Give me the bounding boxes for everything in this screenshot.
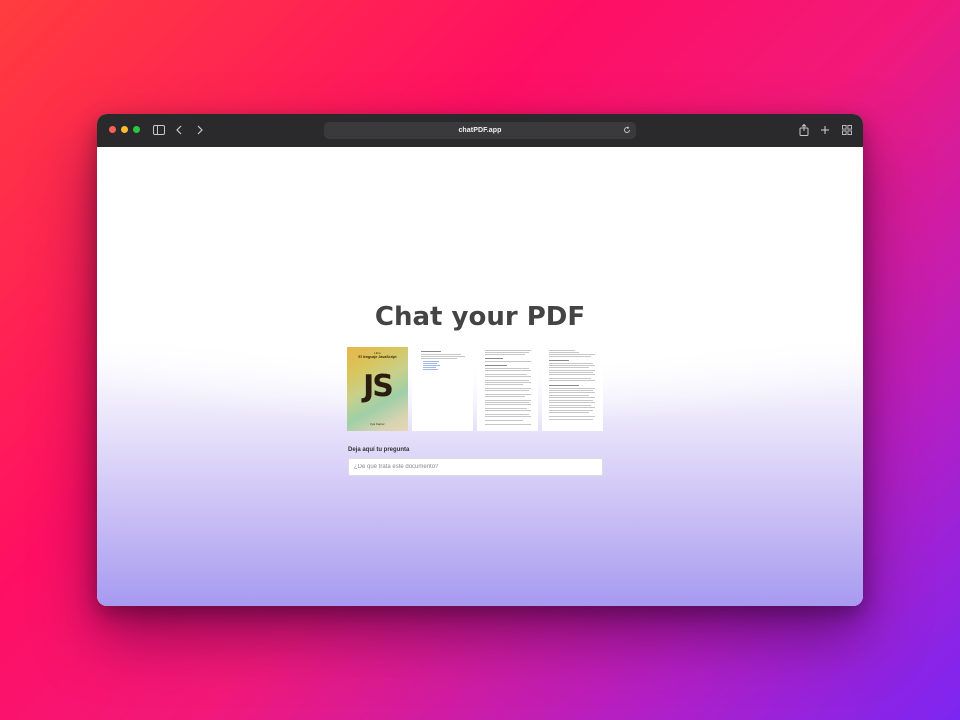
cover-subtitle: El lenguaje JavaScript <box>358 355 397 359</box>
chevron-right-icon[interactable] <box>193 123 207 137</box>
cover-author: Ilya Kantor <box>370 422 385 426</box>
share-icon[interactable] <box>797 123 811 137</box>
window-controls <box>109 126 140 133</box>
pdf-cover-page: Libro El lenguaje JavaScript JS Ilya Kan… <box>347 347 408 431</box>
page-content: Chat your PDF Libro El lenguaje JavaScri… <box>97 147 863 606</box>
browser-toolbar: chatPDF.app <box>97 114 863 147</box>
question-input[interactable] <box>348 458 603 476</box>
plus-icon[interactable] <box>818 123 832 137</box>
address-url: chatPDF.app <box>458 127 502 134</box>
address-bar[interactable]: chatPDF.app <box>324 122 636 139</box>
pdf-page-3 <box>477 347 538 431</box>
tab-overview-icon[interactable] <box>840 123 854 137</box>
chevron-left-icon[interactable] <box>172 123 186 137</box>
pdf-page-2 <box>412 347 473 431</box>
pdf-preview: Libro El lenguaje JavaScript JS Ilya Kan… <box>347 347 604 432</box>
minimize-window-button[interactable] <box>121 126 128 133</box>
js-logo: JS <box>363 369 394 404</box>
sidebar-toggle-icon[interactable] <box>152 123 166 137</box>
zoom-window-button[interactable] <box>133 126 140 133</box>
page-title: Chat your PDF <box>374 302 586 332</box>
reload-icon[interactable] <box>622 125 632 135</box>
question-label: Deja aquí tu pregunta <box>348 447 410 453</box>
pdf-page-4 <box>542 347 603 431</box>
browser-window: chatPDF.app Chat your PDF Libro El lengu… <box>97 114 863 606</box>
close-window-button[interactable] <box>109 126 116 133</box>
